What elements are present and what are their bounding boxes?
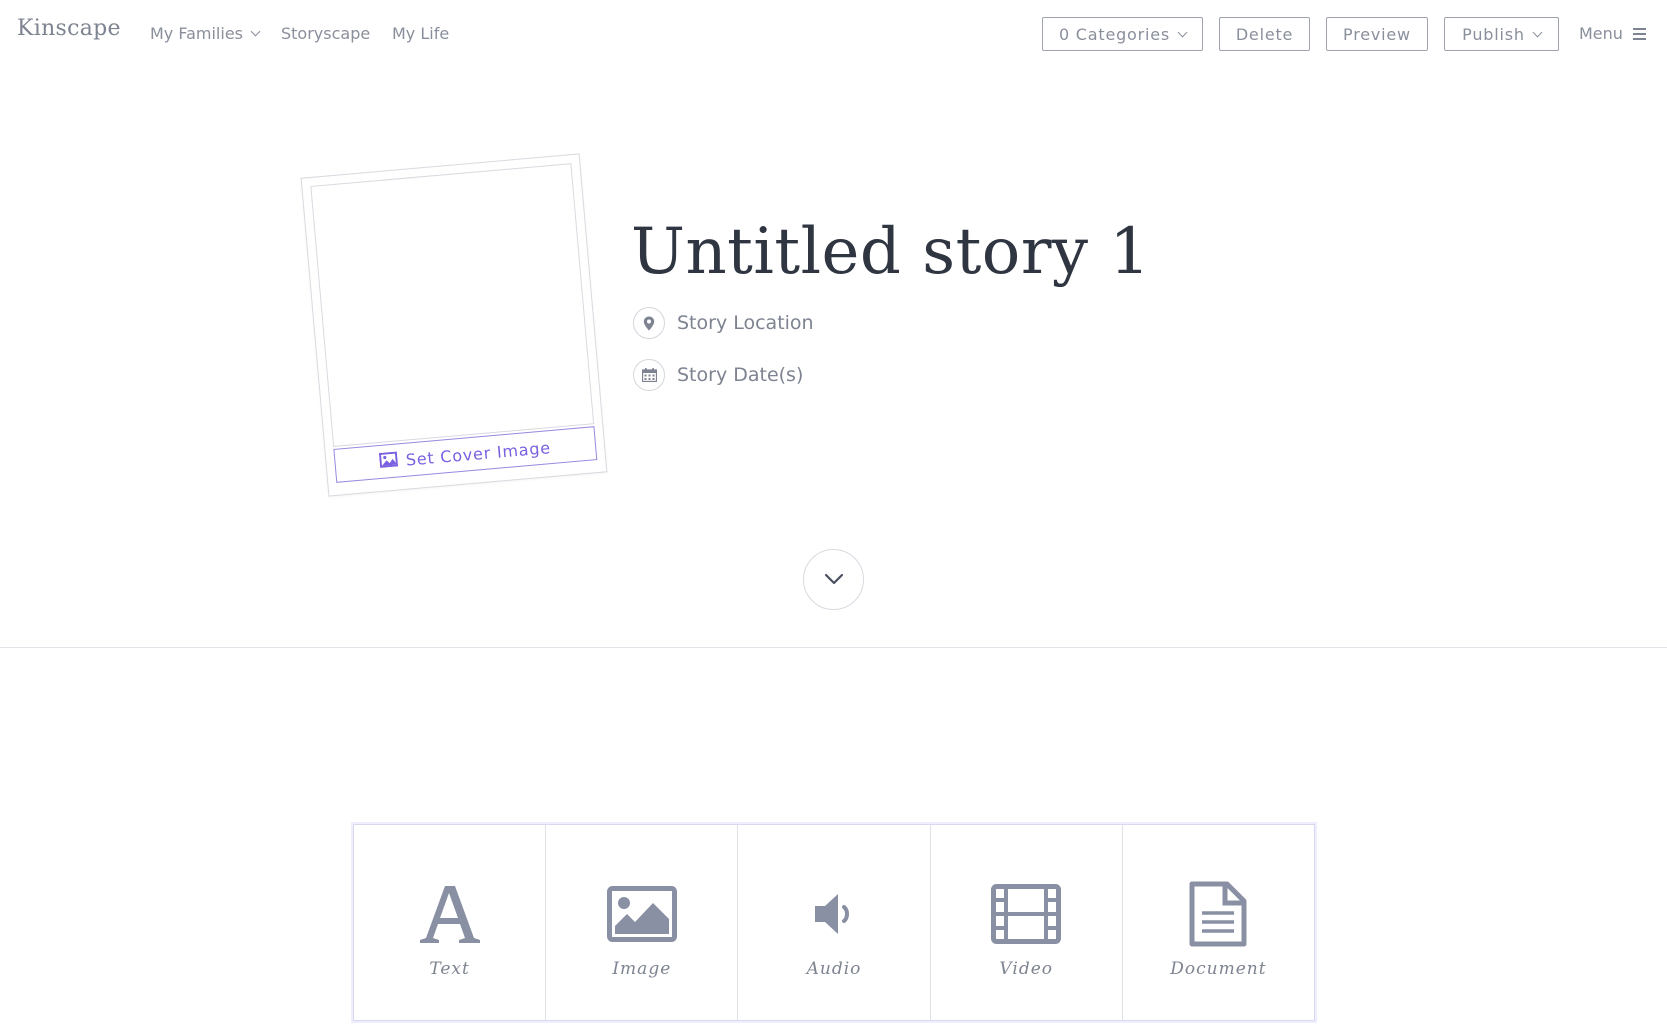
kinscape-logo[interactable]: Kinscape — [17, 16, 121, 41]
delete-button[interactable]: Delete — [1219, 17, 1310, 51]
document-label: Document — [1170, 959, 1267, 979]
image-label: Image — [612, 959, 672, 979]
video-label: Video — [999, 959, 1053, 979]
add-text-tile[interactable]: Text — [354, 825, 547, 1020]
publish-button[interactable]: Publish — [1444, 17, 1559, 51]
chevron-down-icon — [824, 570, 844, 589]
preview-button[interactable]: Preview — [1326, 17, 1428, 51]
calendar-icon — [633, 359, 665, 391]
cover-image-frame: Set Cover Image — [300, 153, 608, 497]
add-video-tile[interactable]: Video — [931, 825, 1123, 1020]
chevron-down-icon — [1532, 27, 1543, 37]
preview-button-label: Preview — [1343, 24, 1411, 44]
set-cover-image-label: Set Cover Image — [405, 437, 552, 470]
nav-my-life-label: My Life — [392, 24, 450, 43]
text-label: Text — [429, 959, 470, 979]
location-pin-icon — [633, 307, 665, 339]
story-title[interactable]: Untitled story 1 — [631, 215, 1151, 289]
publish-button-label: Publish — [1462, 24, 1525, 44]
chevron-down-icon — [250, 26, 261, 37]
document-icon — [1123, 881, 1314, 947]
story-location-label: Story Location — [677, 312, 814, 334]
add-audio-tile[interactable]: Audio — [738, 825, 931, 1020]
categories-button-label: 0 Categories — [1058, 24, 1171, 44]
categories-button[interactable]: 0 Categories — [1042, 17, 1203, 51]
story-date-label: Story Date(s) — [677, 364, 804, 386]
cover-image-placeholder[interactable] — [310, 163, 595, 447]
top-navigation-bar: Kinscape My Families Storyscape My Life … — [0, 0, 1667, 70]
image-icon — [546, 882, 737, 946]
nav-my-life[interactable]: My Life — [392, 24, 449, 43]
section-divider — [0, 647, 1667, 648]
audio-icon — [738, 882, 929, 946]
story-date-field[interactable]: Story Date(s) — [633, 359, 803, 391]
audio-label: Audio — [806, 959, 862, 979]
text-icon — [354, 882, 545, 946]
hamburger-icon — [1632, 27, 1646, 40]
scroll-down-button[interactable] — [803, 549, 864, 610]
add-document-tile[interactable]: Document — [1123, 825, 1314, 1020]
chevron-down-icon — [1177, 27, 1188, 37]
add-content-panel: Text Image Audio Video Document — [353, 824, 1315, 1021]
add-image-tile[interactable]: Image — [546, 825, 739, 1020]
delete-button-label: Delete — [1235, 24, 1294, 44]
main-menu-button[interactable]: Menu — [1579, 24, 1646, 43]
menu-label: Menu — [1579, 24, 1623, 43]
story-location-field[interactable]: Story Location — [633, 307, 814, 339]
video-icon — [931, 882, 1122, 946]
nav-my-families[interactable]: My Families — [150, 24, 261, 43]
nav-storyscape-label: Storyscape — [281, 24, 371, 43]
image-icon — [379, 450, 399, 471]
nav-storyscape[interactable]: Storyscape — [281, 24, 370, 43]
nav-my-families-label: My Families — [150, 24, 243, 43]
